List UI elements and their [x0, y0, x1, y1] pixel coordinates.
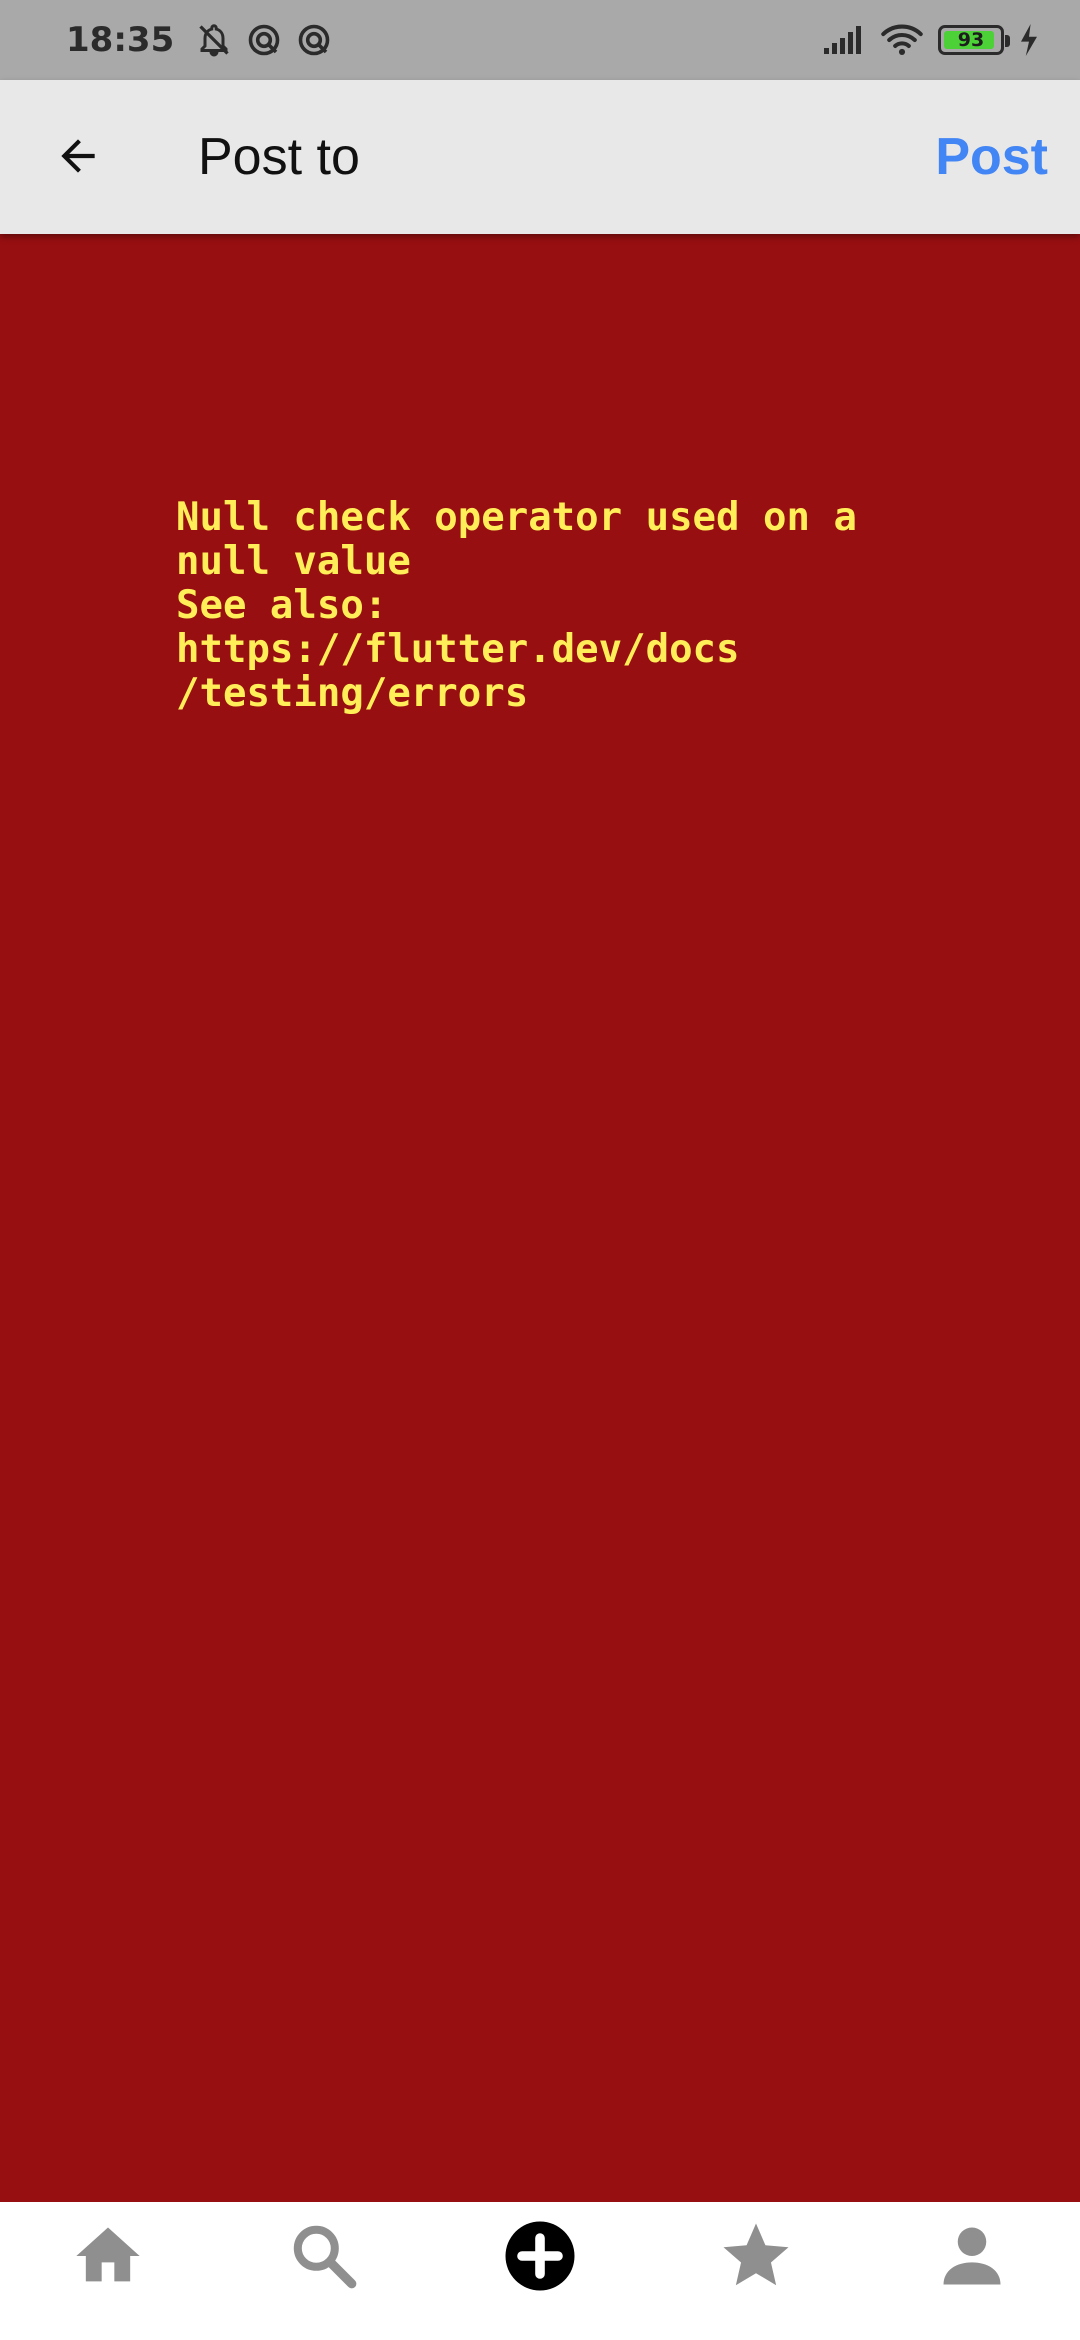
nav-item-add[interactable]: [432, 2210, 648, 2306]
profile-icon: [934, 2218, 1010, 2299]
status-time: 18:35: [66, 20, 175, 60]
battery-icon: 93: [938, 25, 1010, 55]
app-bar: Post to Post: [0, 80, 1080, 234]
notifications-off-icon: [196, 22, 232, 58]
error-screen: Null check operator used on a null value…: [0, 234, 1080, 2202]
page-title: Post to: [198, 128, 360, 186]
nav-item-favorites[interactable]: [648, 2210, 864, 2306]
screen: 18:35 93 Post to Post Null check operato…: [0, 0, 1080, 2340]
nav-item-search[interactable]: [216, 2210, 432, 2306]
error-message: Null check operator used on a null value…: [176, 495, 857, 716]
cellular-signal-icon: [822, 24, 866, 56]
search-icon: [287, 2219, 361, 2298]
back-button[interactable]: [38, 118, 118, 198]
sync-icon: [296, 22, 332, 58]
battery-level: 93: [957, 29, 985, 51]
status-left: 18:35: [66, 20, 332, 60]
star-icon: [717, 2217, 795, 2300]
sync-icon: [246, 22, 282, 58]
arrow-left-icon: [53, 131, 103, 186]
bottom-nav: [0, 2202, 1080, 2340]
nav-item-home[interactable]: [0, 2210, 216, 2306]
post-button[interactable]: Post: [935, 80, 1048, 234]
wifi-icon: [880, 23, 924, 57]
status-right: 93: [822, 23, 1040, 57]
charging-bolt-icon: [1018, 24, 1040, 56]
home-icon: [70, 2218, 146, 2299]
add-circle-icon: [504, 2220, 576, 2297]
nav-item-profile[interactable]: [864, 2210, 1080, 2306]
status-bar: 18:35 93: [0, 0, 1080, 80]
